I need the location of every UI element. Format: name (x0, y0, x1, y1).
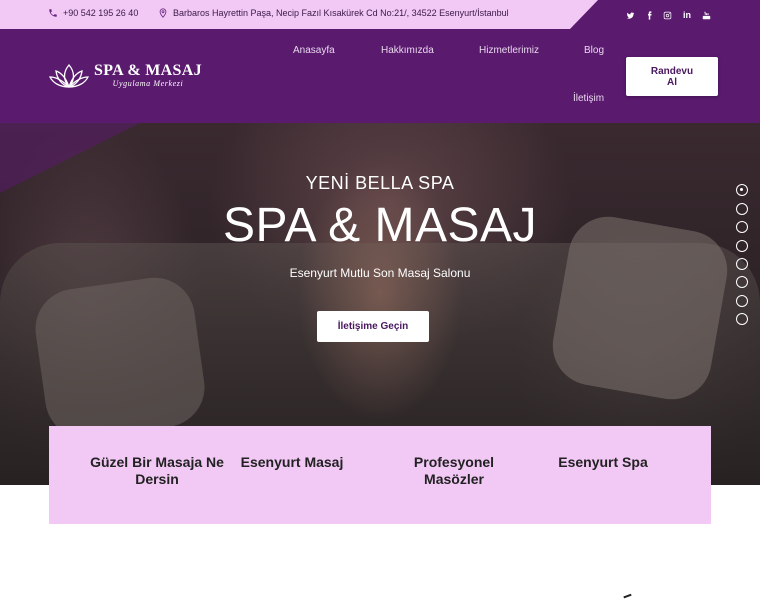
slider-dot-7[interactable] (736, 295, 748, 307)
address-contact: Barbaros Hayrettin Paşa, Necip Fazıl Kıs… (158, 8, 509, 18)
slider-dot-1[interactable] (736, 184, 748, 196)
appointment-button[interactable]: Randevu Al (626, 57, 718, 96)
site-header: SPA & MASAJ Uygulama Merkezi Anasayfa Ha… (0, 29, 760, 123)
slider-dot-5[interactable] (736, 258, 748, 270)
hero-subtitle: YENİ BELLA SPA (305, 173, 455, 193)
slider-dot-8[interactable] (736, 313, 748, 325)
features-box: Güzel Bir Masaja Ne Dersin Esenyurt Masa… (49, 426, 711, 524)
location-pin-icon (159, 8, 167, 18)
slider-dot-6[interactable] (736, 276, 748, 288)
twitter-icon[interactable] (623, 8, 637, 22)
appointment-button-line2: Al (667, 77, 677, 88)
nav-iletisim[interactable]: İletişim (573, 93, 604, 104)
youtube-icon[interactable] (699, 8, 713, 22)
logo-subtitle: Uygulama Merkezi (112, 79, 184, 88)
appointment-button-line1: Randevu (650, 66, 694, 77)
nav-hizmetlerimiz[interactable]: Hizmetlerimiz (479, 45, 539, 56)
feature-item-esenyurt-masaj[interactable]: Esenyurt Masaj (222, 454, 362, 471)
nav-hakkimizda[interactable]: Hakkımızda (381, 45, 434, 56)
phone-icon (49, 9, 57, 17)
linkedin-icon[interactable]: in (680, 8, 694, 22)
hero-title: SPA & MASAJ (222, 199, 538, 252)
facebook-icon[interactable] (642, 8, 656, 22)
slider-dot-4[interactable] (736, 240, 748, 252)
feature-item-esenyurt-spa[interactable]: Esenyurt Spa (533, 454, 673, 471)
phone-contact[interactable]: +90 542 195 26 40 (48, 8, 138, 18)
lotus-icon (48, 64, 90, 88)
feature-item-guzel-masaj[interactable]: Güzel Bir Masaja Ne Dersin (87, 454, 227, 488)
hero-background-pillow-left (30, 272, 210, 444)
feature-item-profesyonel-masozler[interactable]: Profesyonel Masözler (384, 454, 524, 488)
top-info-bar: +90 542 195 26 40 Barbaros Hayrettin Paş… (0, 0, 760, 29)
address-text: Barbaros Hayrettin Paşa, Necip Fazıl Kıs… (173, 8, 509, 18)
instagram-icon[interactable] (660, 8, 674, 22)
contact-us-button[interactable]: İletişime Geçin (317, 311, 429, 342)
logo-title: SPA & MASAJ (94, 62, 202, 79)
nav-anasayfa[interactable]: Anasayfa (293, 45, 335, 56)
site-logo[interactable]: SPA & MASAJ Uygulama Merkezi (48, 63, 202, 89)
phone-number: +90 542 195 26 40 (63, 8, 139, 18)
hero-description: Esenyurt Mutlu Son Masaj Salonu (289, 266, 471, 280)
slider-dot-3[interactable] (736, 221, 748, 233)
slider-dot-2[interactable] (736, 203, 748, 215)
nav-blog[interactable]: Blog (584, 45, 604, 56)
